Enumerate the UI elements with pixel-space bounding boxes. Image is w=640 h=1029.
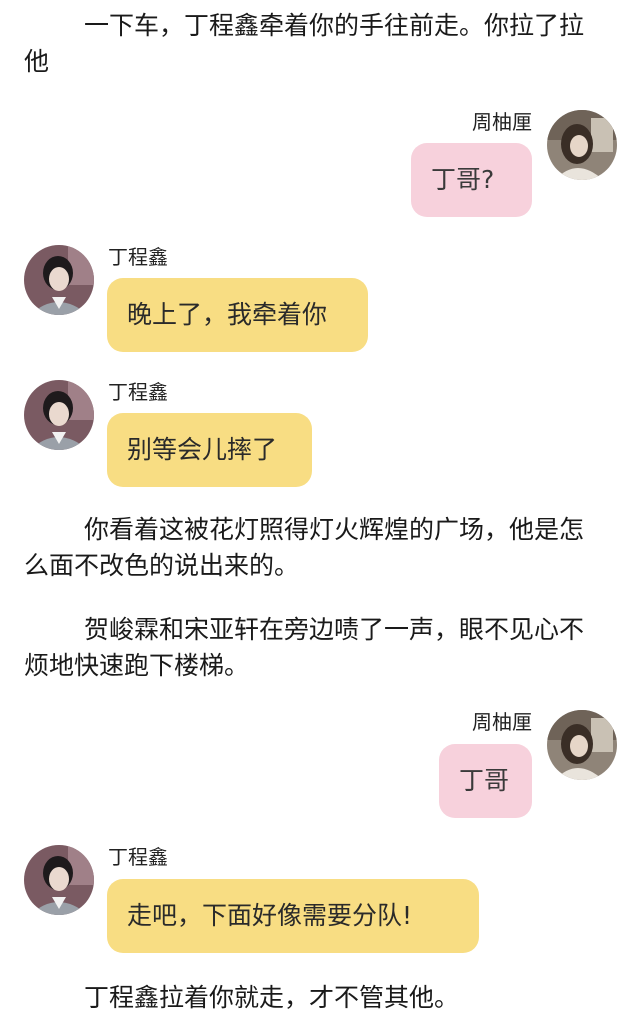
avatar-boy-icon[interactable] (24, 380, 94, 450)
story-paragraph: 贺峻霖和宋亚轩在旁边啧了一声，眼不见心不烦地快速跑下楼梯。 (24, 615, 585, 680)
avatar-boy-icon[interactable] (24, 845, 94, 915)
chat-bubble-right: 丁哥 (439, 744, 532, 818)
chat-bubble-left: 别等会儿摔了 (107, 413, 312, 487)
story-paragraph: 丁程鑫拉着你就走，才不管其他。 (84, 983, 460, 1012)
avatar-girl-icon[interactable] (547, 110, 617, 180)
sender-name: 周柚厘 (472, 110, 532, 134)
sender-name: 周柚厘 (472, 710, 532, 734)
sender-name: 丁程鑫 (108, 245, 168, 269)
story-paragraph: 你看着这被花灯照得灯火辉煌的广场，他是怎么面不改色的说出来的。 (24, 515, 585, 580)
avatar-girl-icon[interactable] (547, 710, 617, 780)
chat-bubble-left: 走吧，下面好像需要分队! (107, 879, 479, 953)
chat-bubble-right: 丁哥? (411, 143, 532, 217)
sender-name: 丁程鑫 (108, 845, 168, 869)
chat-bubble-left: 晚上了，我牵着你 (107, 278, 368, 352)
avatar-boy-icon[interactable] (24, 245, 94, 315)
sender-name: 丁程鑫 (108, 380, 168, 404)
story-paragraph: 一下车，丁程鑫牵着你的手往前走。你拉了拉他 (24, 11, 585, 76)
